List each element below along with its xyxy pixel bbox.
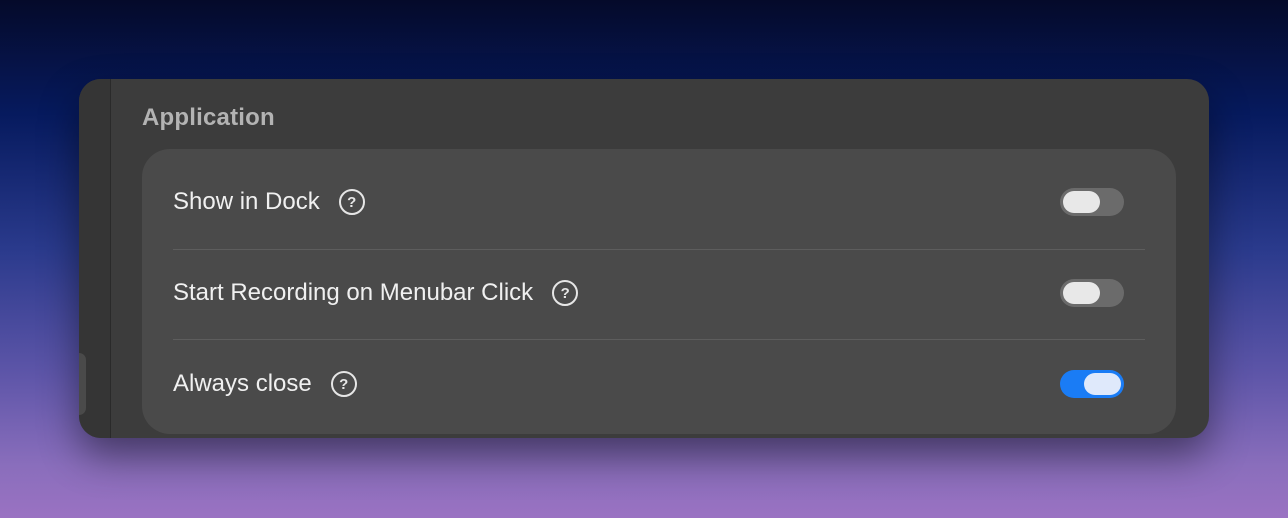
setting-label: Show in Dock: [173, 188, 320, 215]
setting-label: Start Recording on Menubar Click: [173, 279, 534, 306]
help-icon[interactable]: ?: [338, 189, 365, 215]
always-close-toggle[interactable]: [1060, 370, 1124, 398]
sidebar-selection-indicator[interactable]: [79, 353, 86, 415]
help-icon[interactable]: ?: [330, 371, 357, 397]
toggle-knob: [1084, 373, 1121, 395]
toggle-knob: [1063, 282, 1100, 304]
setting-row-start-recording: Start Recording on Menubar Click ?: [173, 248, 1145, 338]
setting-row-always-close: Always close ?: [173, 339, 1145, 429]
setting-label: Always close: [173, 370, 312, 397]
start-recording-toggle[interactable]: [1060, 279, 1124, 307]
help-icon[interactable]: ?: [552, 280, 579, 306]
setting-row-show-in-dock: Show in Dock ?: [173, 157, 1145, 247]
show-in-dock-toggle[interactable]: [1060, 188, 1124, 216]
settings-card: Show in Dock ? Start Recording on Menuba…: [142, 149, 1176, 434]
toggle-knob: [1063, 191, 1100, 213]
section-title: Application: [142, 104, 275, 131]
settings-window: Application Show in Dock ? Start Recordi…: [79, 79, 1209, 438]
